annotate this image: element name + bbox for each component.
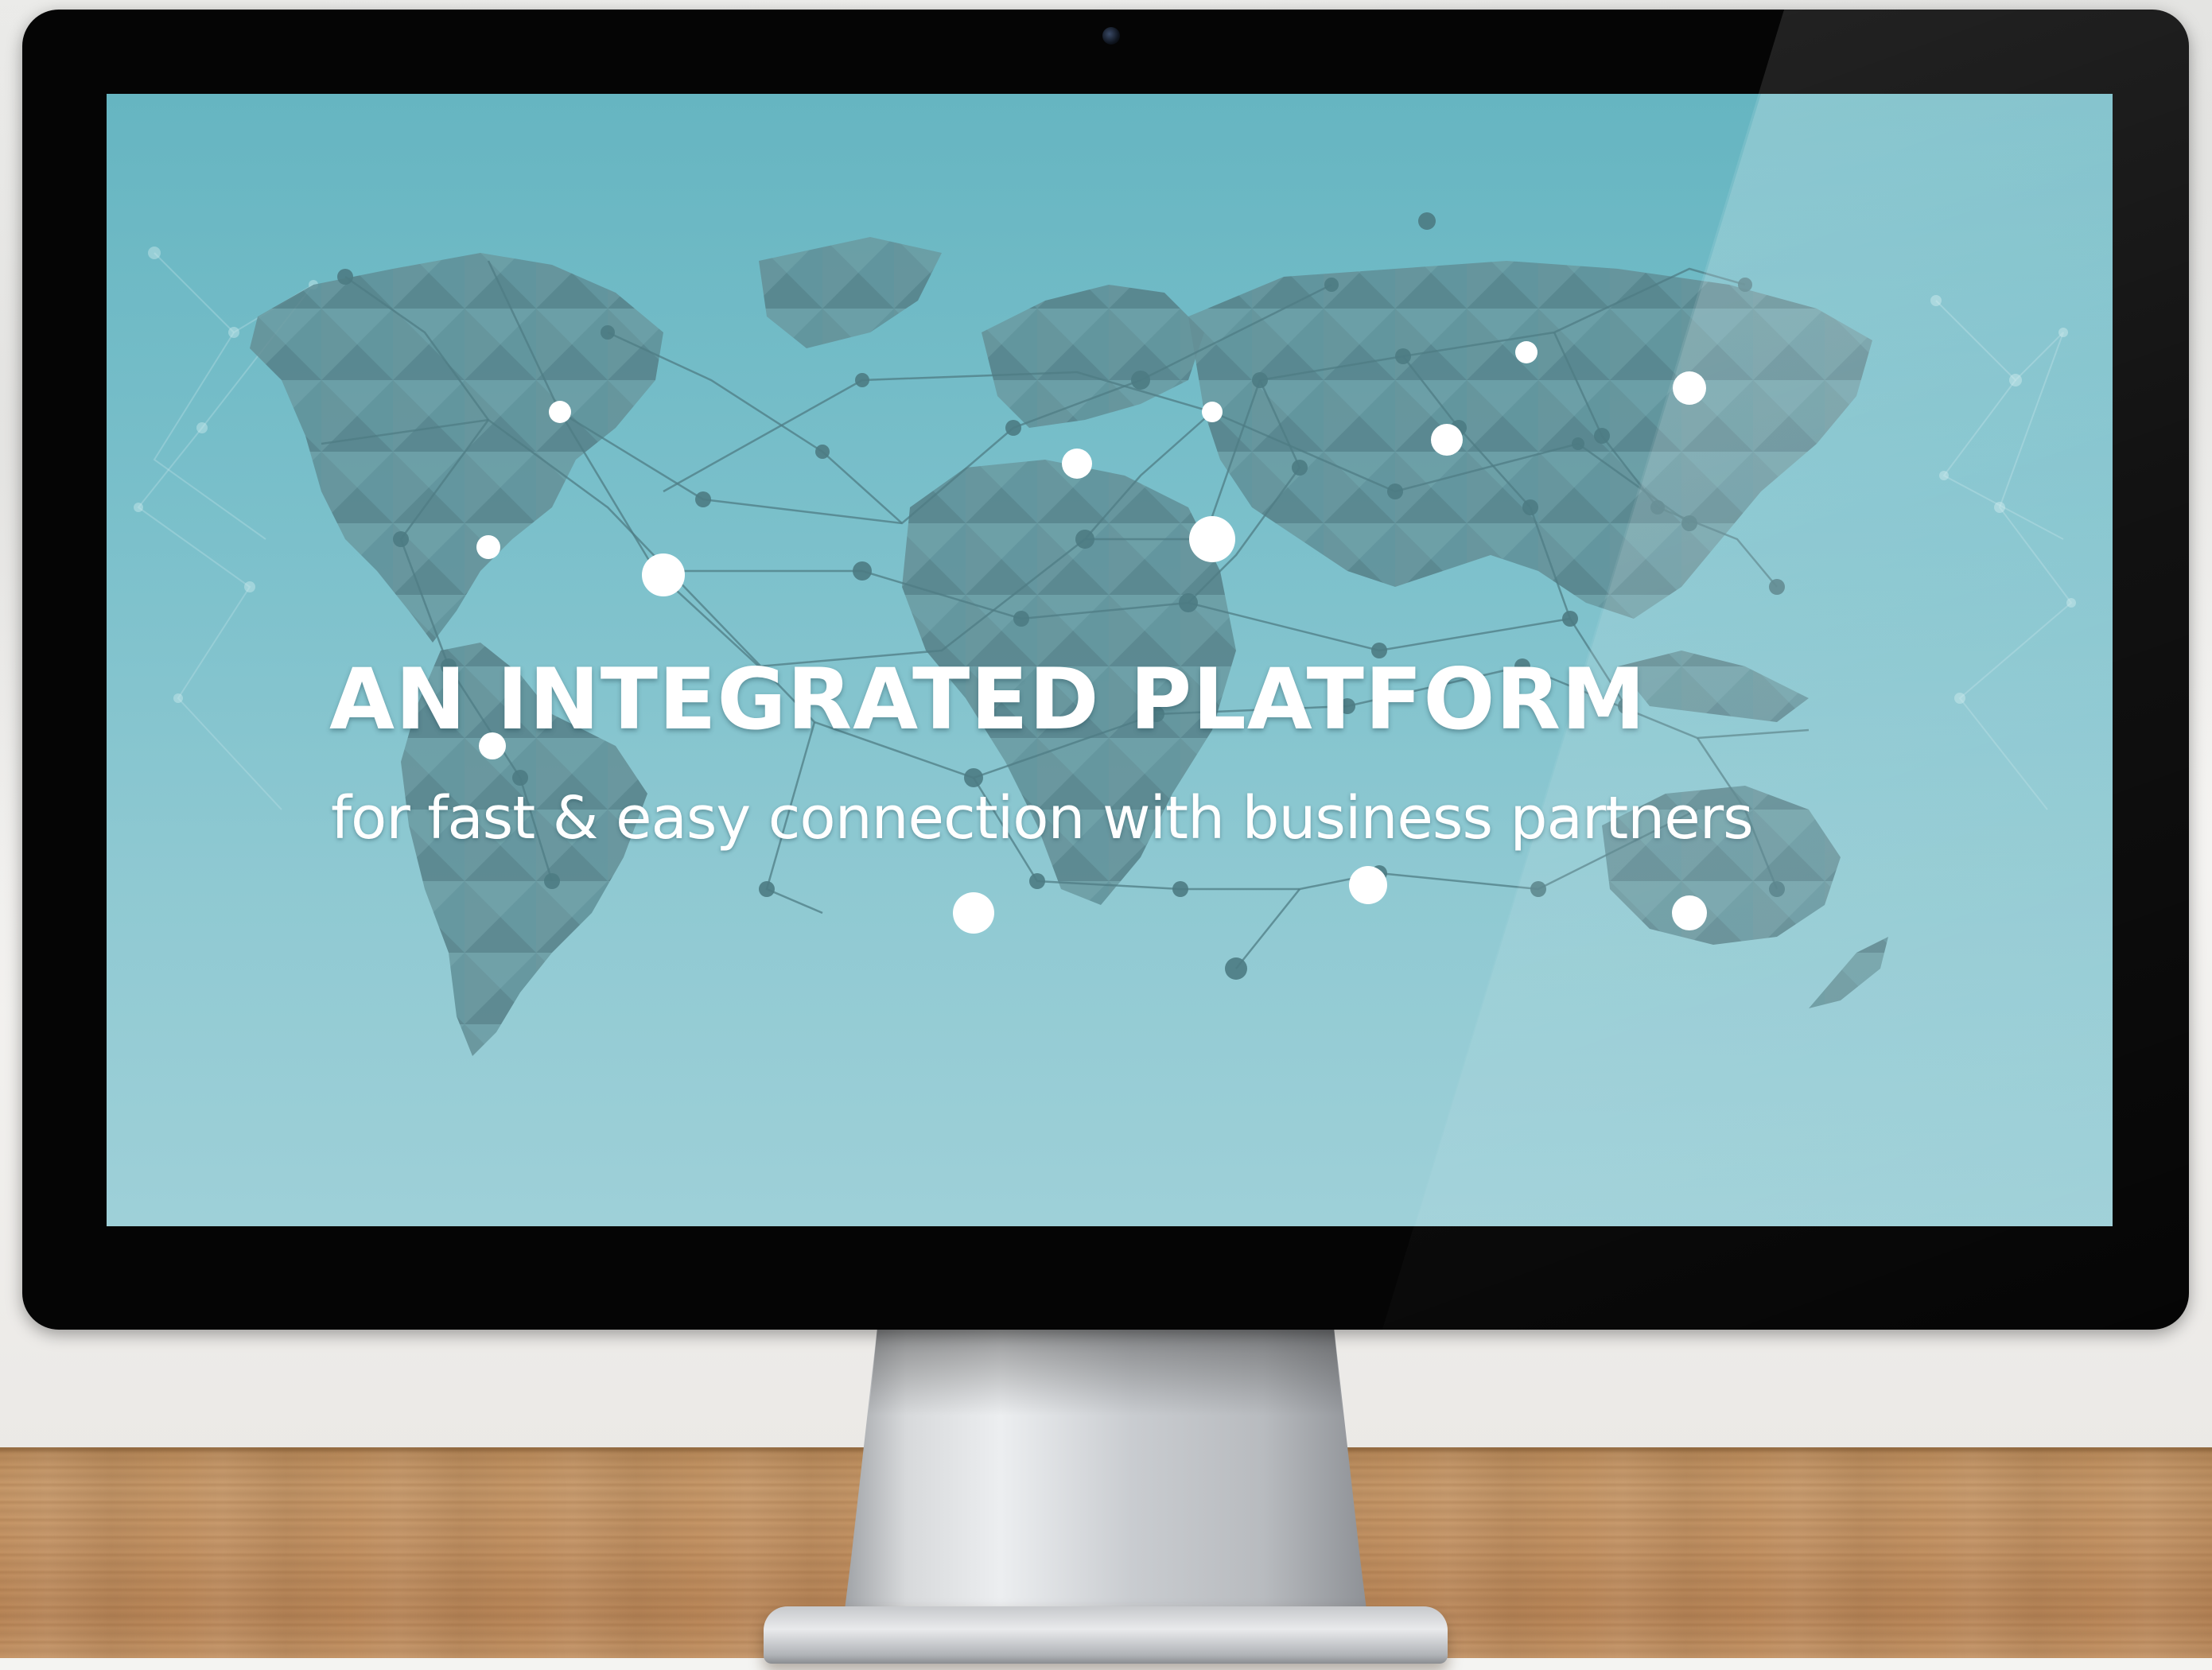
monitor-stand-shadow — [869, 1320, 1343, 1416]
subheadline: for fast & easy connection with business… — [331, 784, 1754, 852]
continents — [250, 237, 1888, 1056]
monitor-stand-base — [764, 1606, 1448, 1664]
webcam-icon — [1102, 27, 1120, 45]
headline: AN INTEGRATED PLATFORM — [329, 651, 1646, 748]
continent-europe — [982, 285, 1204, 428]
continent-asia — [1188, 261, 1872, 619]
continent-new-zealand — [1809, 937, 1888, 1008]
continent-southeast-asia — [1618, 651, 1809, 722]
continent-north-america — [250, 253, 663, 643]
continent-greenland — [759, 237, 942, 348]
monitor-screen: AN INTEGRATED PLATFORM for fast & easy c… — [107, 94, 2113, 1226]
